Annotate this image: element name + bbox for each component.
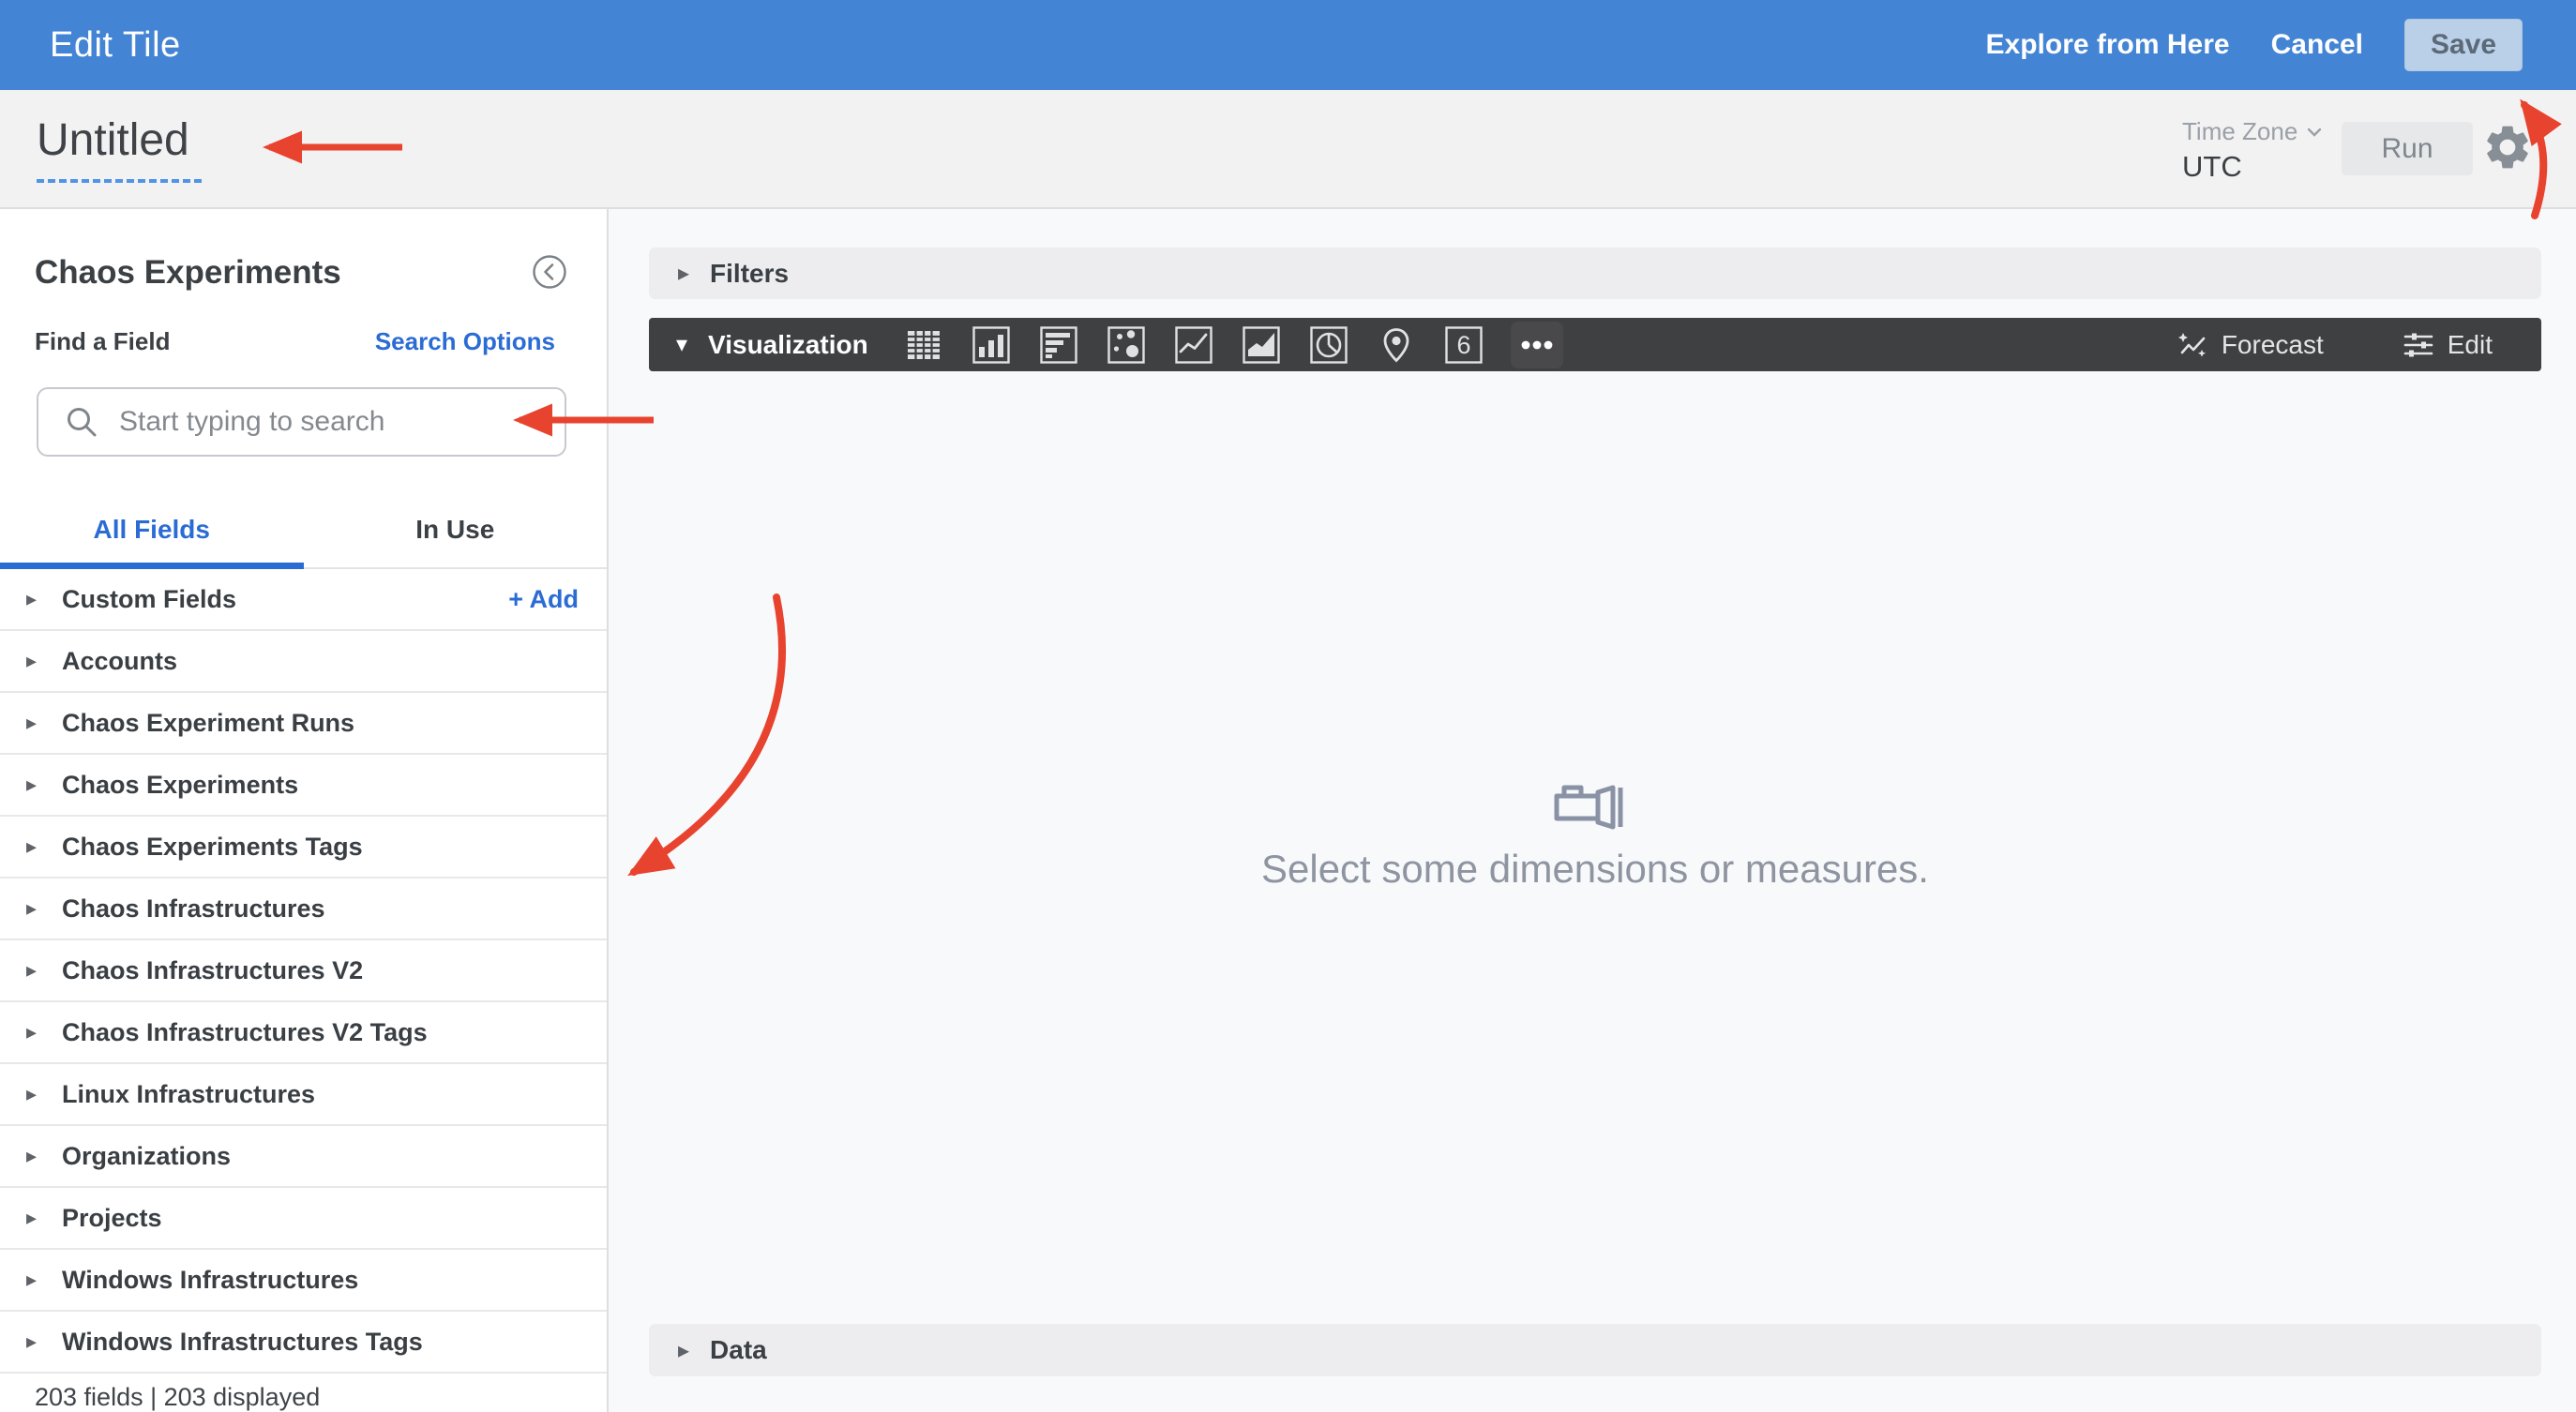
field-tabs: All Fields In Use: [0, 492, 607, 569]
field-group-list: ▸ Custom Fields + Add ▸ Accounts ▸ Chaos…: [0, 569, 607, 1374]
caret-right-icon: ▸: [26, 649, 38, 672]
timezone-selector[interactable]: Time Zone UTC: [2182, 117, 2322, 184]
visualization-section-header: ▾ Visualization 6 Forecast Edit: [649, 318, 2541, 371]
field-count-status: 203 fields | 203 displayed: [35, 1383, 321, 1411]
caret-right-icon: ▸: [26, 1144, 38, 1167]
single-value-chart-icon[interactable]: 6: [1442, 323, 1485, 367]
tab-in-use[interactable]: In Use: [304, 492, 608, 567]
filters-section-header[interactable]: ▸ Filters: [649, 248, 2541, 299]
search-options-link[interactable]: Search Options: [375, 327, 555, 356]
find-a-field-label: Find a Field: [35, 327, 171, 355]
search-input[interactable]: [117, 405, 555, 439]
table-chart-icon[interactable]: [902, 323, 945, 367]
caret-right-icon: ▸: [26, 711, 38, 734]
caret-right-icon: ▸: [26, 1206, 38, 1229]
explore-title: Chaos Experiments: [35, 254, 341, 291]
timezone-label: Time Zone: [2182, 117, 2298, 145]
run-button[interactable]: Run: [2342, 122, 2473, 175]
viz-type-picker: 6: [902, 318, 1564, 371]
svg-text:6: 6: [1456, 331, 1470, 359]
top-bar-actions: Explore from Here Cancel Save: [1986, 19, 2523, 71]
area-chart-icon[interactable]: [1240, 323, 1283, 367]
active-tab-indicator: [0, 563, 304, 569]
field-group-chaos-experiment-runs[interactable]: ▸ Chaos Experiment Runs: [0, 693, 607, 755]
search-icon: [68, 408, 97, 437]
dialog-title: Edit Tile: [50, 24, 181, 65]
caret-right-icon: ▸: [26, 1268, 38, 1291]
field-group-organizations[interactable]: ▸ Organizations: [0, 1126, 607, 1188]
find-field-row: Find a Field Search Options: [35, 327, 555, 356]
top-bar: Edit Tile Explore from Here Cancel Save: [0, 0, 2576, 90]
chevron-down-icon: [2308, 128, 2322, 137]
caret-right-icon: ▸: [26, 834, 38, 858]
tile-title-bar: Untitled Time Zone UTC Run: [0, 90, 2576, 209]
edit-viz-button[interactable]: Edit: [2403, 329, 2493, 361]
field-group-windows-infrastructures[interactable]: ▸ Windows Infrastructures: [0, 1250, 607, 1312]
viz-toolbar-right: Forecast Edit: [2177, 318, 2493, 371]
caret-right-icon: ▸: [678, 1337, 690, 1363]
caret-right-icon: ▸: [26, 896, 38, 920]
forecast-icon: [2177, 332, 2206, 357]
add-custom-field-button[interactable]: + Add: [508, 585, 579, 614]
column-chart-icon[interactable]: [970, 323, 1013, 367]
field-group-chaos-infrastructures[interactable]: ▸ Chaos Infrastructures: [0, 879, 607, 940]
tile-title-input[interactable]: Untitled: [37, 114, 202, 183]
caret-right-icon: ▸: [26, 958, 38, 982]
collapse-panel-button[interactable]: [532, 254, 567, 290]
field-group-accounts[interactable]: ▸ Accounts: [0, 631, 607, 693]
pie-chart-icon[interactable]: [1307, 323, 1350, 367]
field-group-chaos-infrastructures-v2[interactable]: ▸ Chaos Infrastructures V2: [0, 940, 607, 1002]
caret-right-icon: ▸: [678, 261, 690, 286]
caret-right-icon: ▸: [26, 1329, 38, 1353]
field-group-chaos-infrastructures-v2-tags[interactable]: ▸ Chaos Infrastructures V2 Tags: [0, 1002, 607, 1064]
empty-state-message: Select some dimensions or measures.: [1261, 847, 1929, 891]
map-chart-icon[interactable]: [1375, 323, 1418, 367]
gear-icon[interactable]: [2481, 121, 2534, 173]
tab-all-fields[interactable]: All Fields: [0, 492, 304, 567]
explore-from-here-link[interactable]: Explore from Here: [1986, 29, 2230, 61]
field-group-projects[interactable]: ▸ Projects: [0, 1188, 607, 1250]
timezone-value: UTC: [2182, 149, 2242, 183]
flashlight-icon: [1554, 785, 1623, 830]
caret-right-icon: ▸: [26, 587, 38, 610]
field-group-custom-fields[interactable]: ▸ Custom Fields + Add: [0, 569, 607, 631]
forecast-button[interactable]: Forecast: [2177, 330, 2324, 360]
sliders-icon: [2403, 333, 2433, 356]
chevron-left-circle-icon: [533, 255, 566, 289]
field-group-chaos-experiments-tags[interactable]: ▸ Chaos Experiments Tags: [0, 817, 607, 879]
line-chart-icon[interactable]: [1172, 323, 1215, 367]
field-picker-sidebar: Chaos Experiments Find a Field Search Op…: [0, 209, 609, 1412]
save-button[interactable]: Save: [2404, 19, 2523, 71]
caret-right-icon: ▸: [26, 1020, 38, 1044]
caret-right-icon: ▸: [26, 773, 38, 796]
caret-right-icon: ▸: [26, 1082, 38, 1105]
search-box[interactable]: [37, 387, 566, 457]
field-group-windows-infrastructures-tags[interactable]: ▸ Windows Infrastructures Tags: [0, 1312, 607, 1374]
bar-chart-icon[interactable]: [1037, 323, 1080, 367]
edit-tile-window: Edit Tile Explore from Here Cancel Save …: [0, 0, 2576, 1412]
cancel-button[interactable]: Cancel: [2271, 29, 2363, 61]
caret-down-icon: ▾: [676, 332, 688, 357]
scatter-chart-icon[interactable]: [1105, 323, 1148, 367]
data-section-header[interactable]: ▸ Data: [649, 1324, 2541, 1376]
field-group-chaos-experiments[interactable]: ▸ Chaos Experiments: [0, 755, 607, 817]
more-viz-types-icon[interactable]: [1510, 321, 1564, 368]
field-group-linux-infrastructures[interactable]: ▸ Linux Infrastructures: [0, 1064, 607, 1126]
